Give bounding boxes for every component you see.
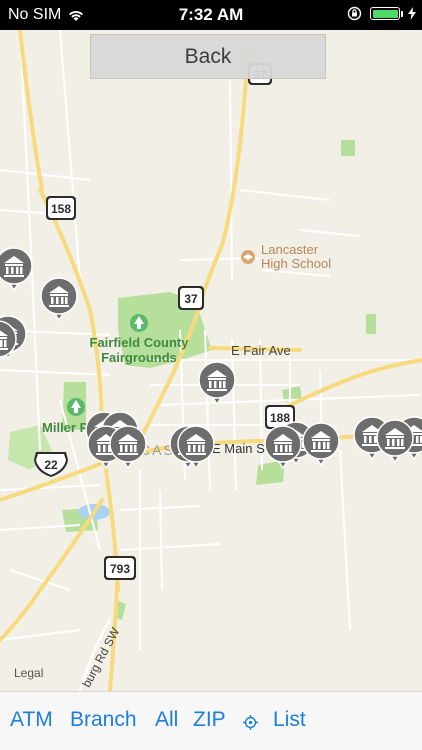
battery-icon — [370, 7, 403, 20]
lancaster-hs-label-2: High School — [261, 256, 331, 271]
back-button-label: Back — [184, 44, 232, 68]
lancaster-hs-label-1: Lancaster — [261, 242, 319, 257]
map-view[interactable]: 37 158 37 188 22 793 — [0, 30, 422, 691]
atm-button[interactable]: ATM — [10, 708, 53, 732]
miller-park-label: Miller P — [42, 420, 89, 435]
location-button[interactable] — [243, 712, 258, 736]
orientation-lock-icon — [347, 6, 362, 21]
tree-icon — [130, 314, 148, 332]
shield-label-158: 158 — [51, 202, 71, 216]
zip-button[interactable]: ZIP — [193, 708, 226, 732]
shield-label-793: 793 — [110, 562, 130, 576]
list-button[interactable]: List — [273, 708, 306, 732]
bottom-toolbar: ATM Branch All ZIP List — [0, 691, 422, 750]
road-shield-158: 158 — [46, 196, 76, 220]
branch-button[interactable]: Branch — [70, 708, 137, 732]
main-st-label: E Main S — [212, 441, 265, 456]
road-shield-793: 793 — [104, 556, 136, 580]
all-button[interactable]: All — [155, 708, 178, 732]
park-small-6 — [366, 314, 376, 334]
status-bar: No SIM 7:32 AM — [0, 0, 422, 30]
back-button[interactable]: Back — [90, 34, 326, 79]
road-shield-37: 37 — [178, 286, 204, 310]
legal-link[interactable]: Legal — [14, 666, 43, 680]
shield-label-22: 22 — [44, 458, 58, 472]
tree-icon — [67, 398, 85, 416]
shield-label-37: 37 — [184, 292, 198, 306]
charging-bolt-icon — [408, 7, 416, 20]
fairgrounds-label-2: Fairgrounds — [101, 350, 177, 365]
status-right — [347, 6, 416, 21]
battery-fill — [372, 9, 398, 18]
fairgrounds-label-1: Fairfield County — [90, 335, 190, 350]
park-small-1 — [341, 140, 355, 156]
shield-label-188: 188 — [270, 411, 290, 425]
fair-ave-label: E Fair Ave — [231, 343, 291, 358]
location-icon — [243, 715, 258, 730]
school-icon — [241, 250, 255, 264]
